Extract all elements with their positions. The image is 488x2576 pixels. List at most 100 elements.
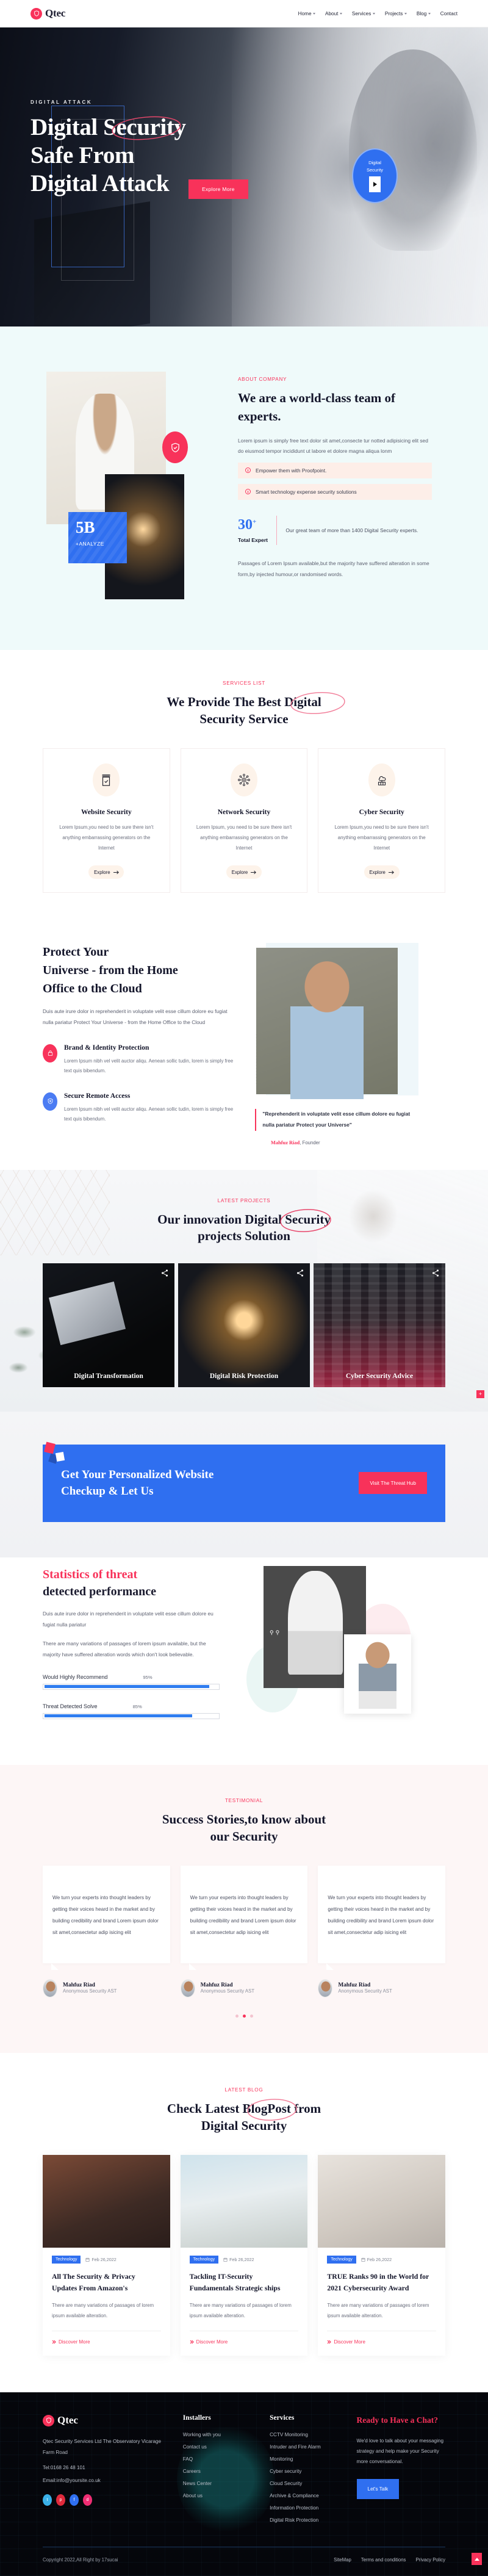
nav-item-contact[interactable]: Contact bbox=[440, 11, 458, 16]
share-icon[interactable] bbox=[160, 1269, 169, 1277]
explore-more-button[interactable]: Explore More bbox=[188, 179, 248, 200]
nav-item-services[interactable]: Services bbox=[352, 11, 375, 16]
discover-more-link[interactable]: Discover More bbox=[190, 2339, 299, 2345]
stat-superscript: + bbox=[253, 518, 257, 525]
hero-title-line-1: Digital Security bbox=[30, 114, 186, 140]
play-icon[interactable] bbox=[369, 176, 381, 192]
cta-title-line-2: Checkup & Let Us bbox=[61, 1485, 154, 1498]
scroll-to-top-button[interactable] bbox=[472, 2553, 482, 2566]
quote-role: Founder bbox=[302, 1139, 320, 1145]
blog-excerpt: There are many variations of passages of… bbox=[327, 2303, 429, 2318]
pagination-dot[interactable] bbox=[249, 2014, 253, 2018]
footer-link-faq[interactable]: FAQ bbox=[183, 2456, 254, 2462]
blog-title-line-2: Digital Security bbox=[201, 2118, 287, 2133]
footer-logo[interactable]: Qtec bbox=[43, 2414, 167, 2426]
blog-post-title[interactable]: Tackling IT-Security Fundamentals Strate… bbox=[190, 2271, 299, 2294]
footer-link-information-protection[interactable]: Information Protection bbox=[270, 2505, 340, 2511]
nav-item-blog[interactable]: Blog bbox=[417, 11, 431, 16]
share-icon[interactable] bbox=[296, 1269, 304, 1277]
blog-post-title[interactable]: All The Security & Privacy Updates From … bbox=[52, 2271, 161, 2294]
protect-title: Protect Your Universe - from the Home Of… bbox=[43, 943, 235, 998]
blog-card[interactable]: Technology Feb 26,2022 Tackling IT-Secur… bbox=[180, 2155, 308, 2356]
footer-link-terms[interactable]: Terms and conditions bbox=[361, 2557, 406, 2563]
blog-card[interactable]: Technology Feb 26,2022 All The Security … bbox=[43, 2155, 170, 2356]
nav-item-home[interactable]: Home bbox=[298, 11, 315, 16]
nav-label: Projects bbox=[384, 10, 403, 16]
nav-item-projects[interactable]: Projects bbox=[385, 11, 407, 16]
footer-link-cloud-security[interactable]: Cloud Security bbox=[270, 2481, 340, 2486]
projects-next-button[interactable]: + bbox=[476, 1390, 484, 1398]
blog-date-text: Feb 26,2022 bbox=[229, 2257, 254, 2263]
blog-card[interactable]: Technology Feb 26,2022 TRUE Ranks 90 in … bbox=[318, 2155, 446, 2356]
footer-link-cctv-monitoring[interactable]: CCTV Monitoring bbox=[270, 2432, 340, 2437]
lock-icon bbox=[43, 1044, 57, 1063]
footer-link-about-us[interactable]: About us bbox=[183, 2493, 254, 2498]
stat-description: Our great team of more than 1400 Digital… bbox=[285, 527, 418, 533]
site-logo[interactable]: Qtec bbox=[30, 7, 65, 20]
twitter-icon[interactable]: t bbox=[43, 2494, 52, 2506]
testimonial-kicker: TESTIMONIAL bbox=[224, 1798, 264, 1804]
discover-more-link[interactable]: Discover More bbox=[327, 2339, 436, 2345]
about-analyze-badge: 5B +ANALYZE bbox=[68, 512, 127, 563]
service-card-network-security[interactable]: Network Security Lorem Ipsum, you need t… bbox=[180, 748, 308, 893]
feature-title: Secure Remote Access bbox=[64, 1092, 131, 1100]
dribbble-icon[interactable]: d bbox=[83, 2494, 92, 2506]
nav-item-about[interactable]: About bbox=[325, 11, 342, 16]
discover-more-link[interactable]: Discover More bbox=[52, 2339, 161, 2345]
service-explore-button[interactable]: Explore bbox=[226, 865, 262, 879]
service-card-website-security[interactable]: Website Security Lorem Ipsum,you need to… bbox=[43, 748, 170, 893]
pagination-dot[interactable] bbox=[235, 2014, 239, 2018]
footer-link-intruder-fire-alarm[interactable]: Intruder and Fire Alarm bbox=[270, 2444, 340, 2450]
project-card-cyber-security-advice[interactable]: Cyber Security Advice bbox=[314, 1263, 445, 1387]
footer-link-working-with-you[interactable]: Working with you bbox=[183, 2432, 254, 2437]
footer-link-news-center[interactable]: News Center bbox=[183, 2481, 254, 2486]
service-explore-button[interactable]: Explore bbox=[364, 865, 400, 879]
visit-threat-hub-button[interactable]: Visit The Threat Hub bbox=[359, 1472, 427, 1495]
service-title: Cyber Security bbox=[359, 809, 404, 817]
badge-number: 5B bbox=[76, 518, 95, 536]
project-card-digital-transformation[interactable]: Digital Transformation bbox=[43, 1263, 174, 1387]
blog-tag[interactable]: Technology bbox=[189, 2256, 219, 2264]
service-card-cyber-security[interactable]: Cyber Security Lorem Ipsum,you need to b… bbox=[318, 748, 446, 893]
watch-video-button[interactable]: Digital Security bbox=[352, 148, 398, 203]
project-card-digital-risk-protection[interactable]: Digital Risk Protection bbox=[178, 1263, 310, 1387]
service-explore-button[interactable]: Explore bbox=[88, 865, 124, 879]
bar-track bbox=[43, 1683, 220, 1690]
footer-link-privacy[interactable]: Privacy Policy bbox=[415, 2557, 445, 2563]
footer-email[interactable]: Email:info@yoursite.co.uk bbox=[43, 2478, 167, 2483]
projects-title: Our innovation Digital Security projects… bbox=[157, 1208, 331, 1245]
share-icon[interactable] bbox=[431, 1269, 440, 1277]
stat-number: 30+ bbox=[238, 516, 257, 533]
testimonial-card: We turn your experts into thought leader… bbox=[43, 1866, 170, 1997]
shield-icon bbox=[43, 2414, 54, 2426]
footer-link-cyber-security[interactable]: Cyber security bbox=[270, 2469, 340, 2474]
author-name: Mahfuz Riad bbox=[63, 1982, 95, 1989]
feature-title: Brand & Identity Protection bbox=[64, 1044, 149, 1052]
hero-title: Digital Security Safe From Digital Attac… bbox=[30, 114, 186, 198]
blog-tag[interactable]: Technology bbox=[327, 2256, 356, 2264]
blog-tag[interactable]: Technology bbox=[52, 2256, 81, 2264]
lets-talk-button[interactable]: Let's Talk bbox=[356, 2479, 400, 2500]
pagination-dot-active[interactable] bbox=[242, 2014, 246, 2018]
bar-fill bbox=[44, 1685, 210, 1689]
footer-link-monitoring[interactable]: Monitoring bbox=[270, 2456, 340, 2462]
footer-tel[interactable]: Tel:0168 26 48 101 bbox=[43, 2465, 167, 2470]
divider bbox=[276, 515, 278, 545]
footer-link-sitemap[interactable]: SiteMap bbox=[334, 2557, 351, 2563]
footer-link-contact-us[interactable]: Contact us bbox=[183, 2444, 254, 2450]
badge-label: +ANALYZE bbox=[76, 541, 104, 547]
shield-icon bbox=[30, 7, 42, 20]
author-role: Anonymous Security AST bbox=[63, 1988, 117, 1994]
feature-desc: Lorem Ipsum nibh vel velit auctor aliqu.… bbox=[64, 1106, 234, 1122]
blog-post-title[interactable]: TRUE Ranks 90 in the World for 2021 Cybe… bbox=[327, 2271, 436, 2294]
footer-link-careers[interactable]: Careers bbox=[183, 2469, 254, 2474]
testimonial-text: We turn your experts into thought leader… bbox=[52, 1895, 159, 1936]
facebook-icon[interactable]: f bbox=[70, 2494, 79, 2506]
footer-link-digital-risk-protection[interactable]: Digital Risk Protection bbox=[270, 2517, 340, 2523]
pinterest-icon[interactable]: p bbox=[56, 2494, 65, 2506]
protect-section: Protect Your Universe - from the Home Of… bbox=[0, 927, 488, 1170]
footer-link-archive-compliance[interactable]: Archive & Compliance bbox=[270, 2493, 340, 2498]
chevron-down-icon bbox=[428, 12, 431, 15]
projects-title-line-2: projects Solution bbox=[198, 1228, 290, 1244]
blog-section: LATEST BLOG Check Latest BlogPost from D… bbox=[0, 2052, 488, 2393]
